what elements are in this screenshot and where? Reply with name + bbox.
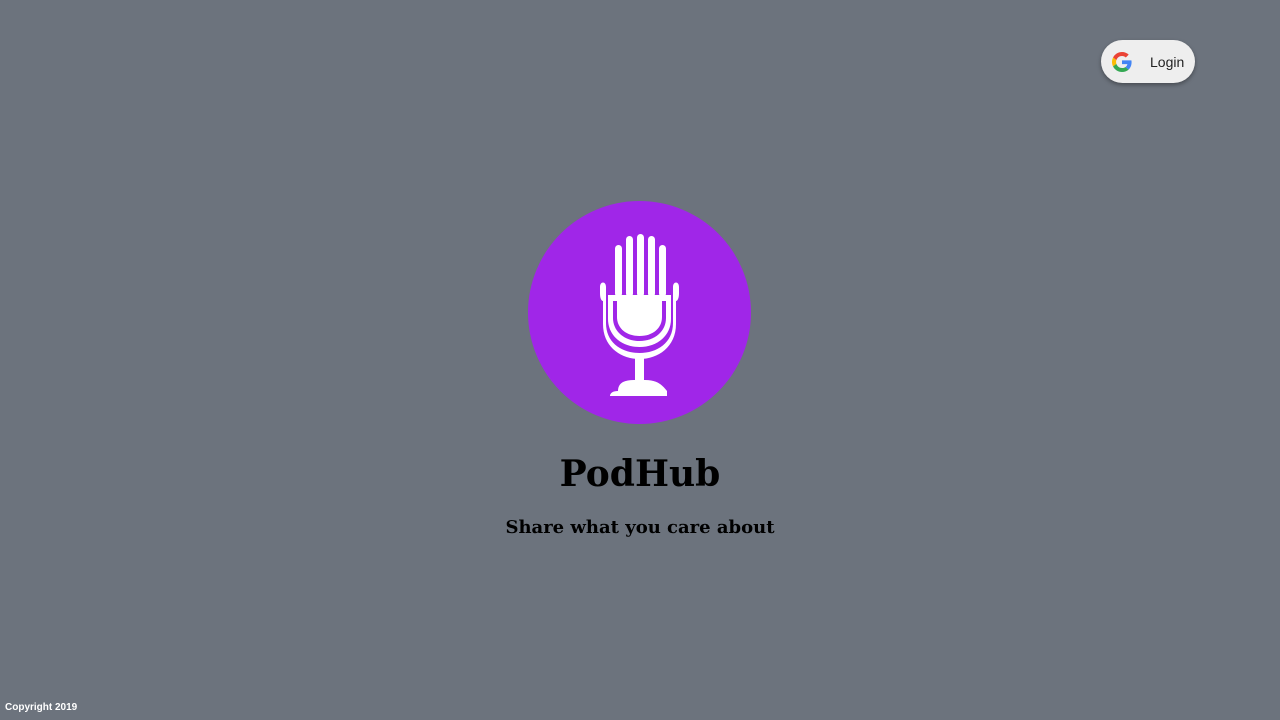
microphone-icon [600,234,679,396]
page-title: PodHub [559,453,721,495]
google-icon [1112,51,1132,72]
podhub-logo [528,201,751,424]
google-login-button[interactable]: Login [1101,40,1195,83]
tagline: Share what you care about [505,517,775,538]
copyright-text: Copyright 2019 [5,702,78,713]
login-label: Login [1150,53,1185,70]
